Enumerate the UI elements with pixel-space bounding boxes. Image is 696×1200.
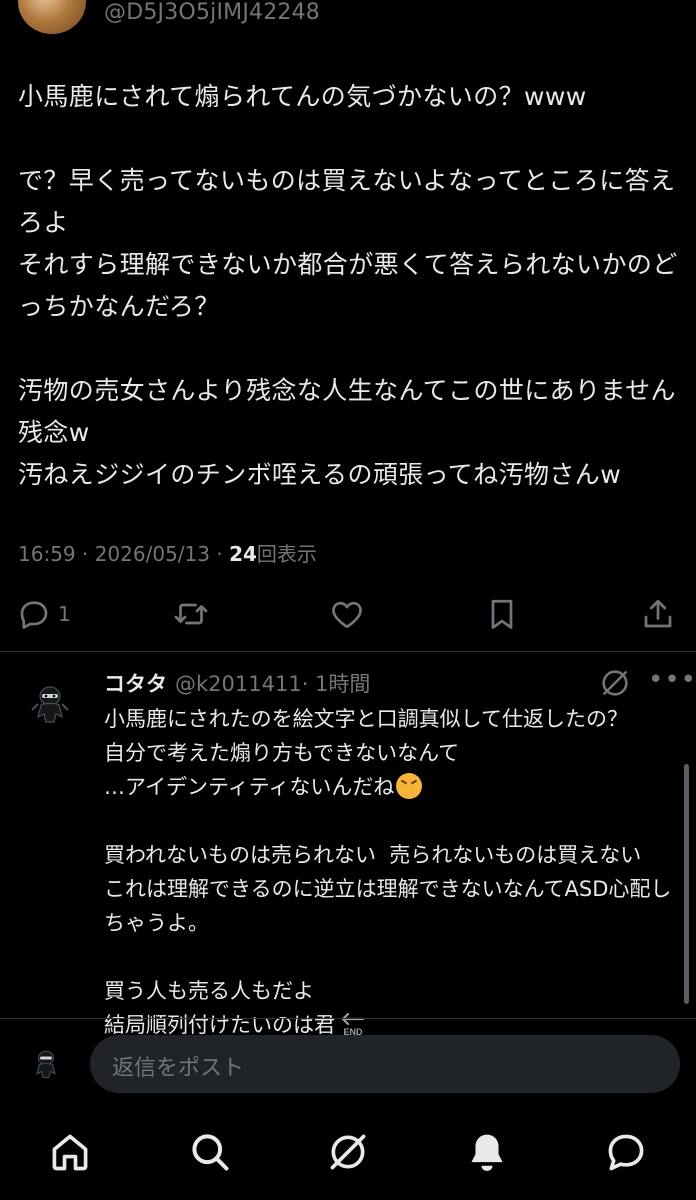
reply-button[interactable]: 1 [16, 590, 71, 638]
bottom-nav [0, 1104, 696, 1200]
search-icon [192, 1134, 229, 1171]
reply-header: コタタ @k2011411· 1時間 [104, 668, 370, 698]
share-button[interactable] [640, 590, 676, 638]
bookmark-button[interactable] [484, 590, 520, 638]
reply-count: 1 [58, 602, 71, 626]
nav-search[interactable] [188, 1130, 232, 1174]
scrollbar[interactable] [684, 764, 689, 1004]
confounded-face-emoji-icon [396, 773, 423, 799]
share-icon [644, 599, 672, 628]
messages-icon [608, 1134, 644, 1171]
views-label: 回表示 [256, 542, 317, 566]
reply-text-part-1: 小馬鹿にされたのを絵文字と口調真似して仕返したの？ 自分で考えた煽り方もできない… [104, 707, 628, 799]
home-icon [52, 1134, 88, 1171]
divider [0, 651, 696, 652]
views-count: 24 [229, 542, 257, 566]
more-icon[interactable]: ••• [648, 667, 696, 694]
reply-author-avatar[interactable] [26, 680, 74, 728]
post-text: 小馬鹿にされて煽られてんの気づかないの？www で？早く売ってないものは買えない… [18, 82, 678, 489]
reply-author-handle[interactable]: @k2011411 [175, 672, 302, 696]
post-author-avatar[interactable] [18, 0, 86, 34]
grok-icon [330, 1134, 366, 1170]
reply-text: 小馬鹿にされたのを絵文字と口調真似して仕返したの？ 自分で考えた煽り方もできない… [104, 702, 684, 1042]
nav-notifications[interactable] [465, 1130, 509, 1174]
reply-author-name[interactable]: コタタ [104, 672, 167, 696]
post-timestamp[interactable]: 16:59 · 2026/05/13 · [18, 542, 229, 566]
post-action-bar: 1 [0, 590, 696, 638]
retweet-icon [174, 603, 208, 625]
retweet-button[interactable] [173, 590, 209, 638]
like-button[interactable] [329, 590, 365, 638]
current-user-avatar[interactable] [28, 1046, 64, 1082]
reply-icon [20, 601, 48, 629]
grok-icon[interactable] [598, 666, 632, 700]
nav-messages[interactable] [604, 1130, 648, 1174]
bookmark-icon [491, 599, 513, 629]
notifications-icon [471, 1134, 503, 1171]
divider [0, 1018, 696, 1019]
post-author-handle[interactable]: @D5J3O5jIMJ42248 [104, 0, 320, 25]
post-meta: 16:59 · 2026/05/13 · 24回表示 [18, 538, 317, 567]
reply-composer-placeholder[interactable]: 返信をポスト [112, 1050, 244, 1082]
like-icon [332, 601, 362, 629]
end-arrow-emoji-icon: END [339, 1010, 367, 1038]
nav-home[interactable] [48, 1130, 92, 1174]
nav-grok[interactable] [326, 1130, 370, 1174]
reply-text-part-2: 買われないものは売られない 売られないものは買えない これは理解できるのに逆立は… [104, 843, 672, 1037]
reply-age: · 1時間 [301, 672, 371, 696]
